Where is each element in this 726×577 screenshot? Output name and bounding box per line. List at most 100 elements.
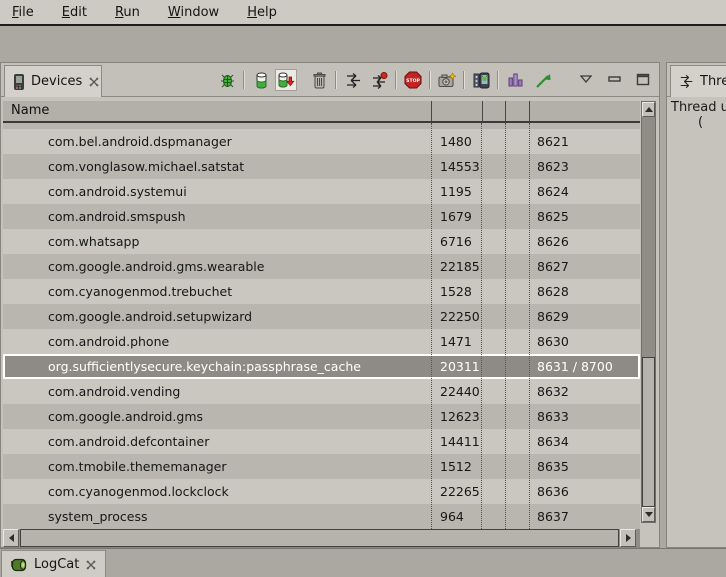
process-pid: 20311 <box>440 356 480 377</box>
table-row[interactable]: org.sufficientlysecure.keychain:passphra… <box>3 354 640 379</box>
opengl-trace-icon[interactable] <box>533 70 553 90</box>
maximize-icon[interactable] <box>635 71 651 87</box>
process-pid: 1679 <box>440 204 472 229</box>
horizontal-scrollbar[interactable] <box>3 529 640 547</box>
table-row[interactable]: com.android.smspush 1679 8625 <box>3 204 640 229</box>
tab-devices[interactable]: Devices <box>4 65 102 97</box>
table-row[interactable]: com.bel.android.dspmanager 1480 8621 <box>3 129 640 154</box>
screen-record-icon[interactable] <box>471 70 491 90</box>
threads-panel: Threads Thread up ( <box>666 62 726 548</box>
process-port: 8625 <box>537 204 569 229</box>
view-menu-icon[interactable] <box>579 72 593 86</box>
tab-threads-label: Threads <box>700 74 726 89</box>
close-icon[interactable] <box>85 559 97 571</box>
vertical-scrollbar[interactable] <box>641 101 656 523</box>
process-pid: 22440 <box>440 379 480 404</box>
table-row[interactable]: com.android.vending 22440 8632 <box>3 379 640 404</box>
menu-help[interactable]: Help <box>247 5 277 20</box>
process-pid: 14553 <box>440 154 480 179</box>
process-port: 8629 <box>537 304 569 329</box>
process-name: com.cyanogenmod.lockclock <box>48 479 229 504</box>
process-port: 8624 <box>537 179 569 204</box>
menu-window[interactable]: Window <box>168 5 219 20</box>
process-pid: 6716 <box>440 229 472 254</box>
table-row[interactable]: com.android.phone 1471 8630 <box>3 329 640 354</box>
debug-icon[interactable] <box>217 70 237 90</box>
column-divider[interactable] <box>482 101 483 121</box>
process-pid: 1480 <box>440 129 472 154</box>
stop-process-icon[interactable]: STOP <box>403 70 423 90</box>
scroll-down-button[interactable] <box>642 507 655 522</box>
horizontal-scrollbar-thumb[interactable] <box>20 529 619 547</box>
process-name: com.android.phone <box>48 329 169 354</box>
toolbar-separator <box>243 71 245 89</box>
process-port: 8633 <box>537 404 569 429</box>
screen-capture-icon[interactable] <box>437 70 457 90</box>
toolbar-separator <box>497 71 499 89</box>
start-method-profiling-icon[interactable] <box>369 70 389 90</box>
menu-edit[interactable]: Edit <box>62 5 87 20</box>
table-row[interactable]: com.cyanogenmod.trebuchet 1528 8628 <box>3 279 640 304</box>
column-header-name[interactable]: Name <box>11 103 49 118</box>
table-row[interactable]: system_process 964 8637 <box>3 504 640 529</box>
column-divider[interactable] <box>431 101 432 121</box>
column-divider[interactable] <box>529 101 530 121</box>
process-name: com.tmobile.thememanager <box>48 454 227 479</box>
threads-icon <box>679 74 694 89</box>
update-threads-icon[interactable] <box>343 70 363 90</box>
table-header[interactable]: Name <box>3 101 640 123</box>
toolbar-separator <box>395 71 397 89</box>
menu-bar: File Edit Run Window Help <box>0 0 726 26</box>
vertical-scrollbar-thumb[interactable] <box>642 357 655 507</box>
table-row[interactable]: com.google.android.gms 12623 8633 <box>3 404 640 429</box>
table-row[interactable]: com.google.android.setupwizard 22250 862… <box>3 304 640 329</box>
process-name: com.android.vending <box>48 379 180 404</box>
process-name: com.android.systemui <box>48 179 187 204</box>
table-body: com.bel.android.dspmanager 1480 8621 com… <box>3 129 640 529</box>
threads-message-line2: ( <box>698 115 726 130</box>
table-row[interactable]: com.android.systemui 1195 8624 <box>3 179 640 204</box>
process-port: 8627 <box>537 254 569 279</box>
table-row[interactable]: com.google.android.gms.wearable 22185 86… <box>3 254 640 279</box>
process-port: 8630 <box>537 329 569 354</box>
process-port: 8635 <box>537 454 569 479</box>
process-pid: 12623 <box>440 404 480 429</box>
process-pid: 1471 <box>440 329 472 354</box>
sysinfo-icon[interactable] <box>505 70 525 90</box>
scroll-up-button[interactable] <box>642 102 655 117</box>
logcat-icon <box>10 558 28 572</box>
update-heap-icon[interactable] <box>251 70 271 90</box>
process-name: org.sufficientlysecure.keychain:passphra… <box>48 356 361 377</box>
toolbar-separator <box>429 71 431 89</box>
process-pid: 22265 <box>440 479 480 504</box>
process-port: 8637 <box>537 504 569 529</box>
process-port: 8634 <box>537 429 569 454</box>
tab-logcat[interactable]: LogCat <box>1 550 106 577</box>
minimize-icon[interactable] <box>606 72 622 86</box>
menu-file[interactable]: File <box>12 5 34 20</box>
process-port: 8628 <box>537 279 569 304</box>
process-name: com.google.android.gms <box>48 404 203 429</box>
tab-devices-label: Devices <box>31 74 82 89</box>
table-row[interactable]: com.whatsapp 6716 8626 <box>3 229 640 254</box>
scroll-left-button[interactable] <box>3 529 19 547</box>
table-row[interactable]: com.vonglasow.michael.satstat 14553 8623 <box>3 154 640 179</box>
table-row[interactable]: com.cyanogenmod.lockclock 22265 8636 <box>3 479 640 504</box>
table-row[interactable]: com.android.defcontainer 14411 8634 <box>3 429 640 454</box>
cause-gc-icon[interactable] <box>309 70 329 90</box>
menu-run[interactable]: Run <box>115 5 140 20</box>
process-pid: 1512 <box>440 454 472 479</box>
table-row[interactable]: com.tmobile.thememanager 1512 8635 <box>3 454 640 479</box>
process-name: com.whatsapp <box>48 229 139 254</box>
ddms-window: { "menu": { "items": [ {"k": "F", "rest"… <box>0 0 726 577</box>
close-icon[interactable] <box>88 76 93 88</box>
column-divider[interactable] <box>505 101 506 121</box>
dump-hprof-icon[interactable] <box>275 69 297 91</box>
process-pid: 22250 <box>440 304 480 329</box>
toolbar-separator <box>335 71 337 89</box>
process-name: system_process <box>48 504 147 529</box>
scroll-right-button[interactable] <box>620 529 636 547</box>
view-window-controls <box>579 71 651 87</box>
device-phone-icon <box>13 74 25 90</box>
tab-threads[interactable]: Threads <box>670 65 726 97</box>
